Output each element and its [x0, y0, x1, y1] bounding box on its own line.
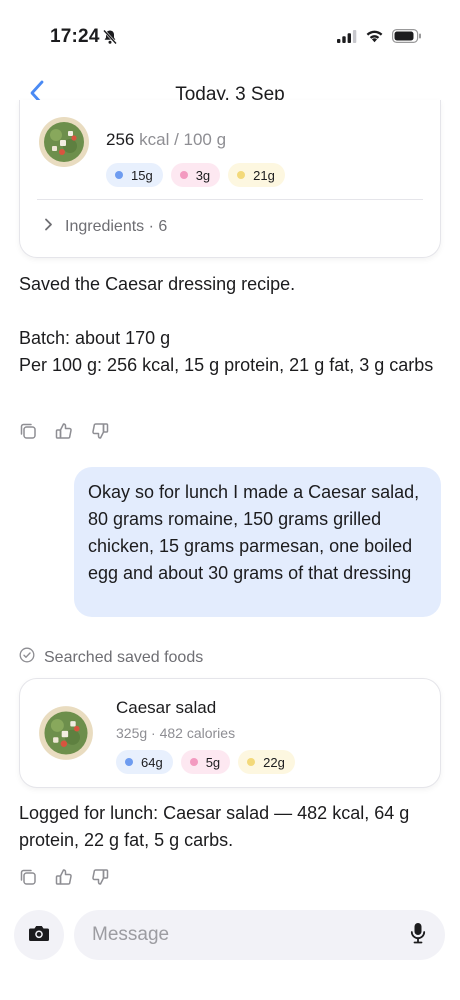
food-card[interactable]: Caesar salad 325g · 482 calories 64g 5g …: [19, 678, 441, 788]
food-name: Caesar salad: [116, 698, 217, 717]
tool-status: Searched saved foods: [19, 647, 203, 668]
message-line: Batch: about 170 g: [19, 328, 171, 348]
kcal-per-100g: 256 kcal / 100 g: [106, 130, 226, 150]
kcal-value: 256: [106, 130, 135, 149]
fat-value: 21g: [253, 167, 275, 183]
message-actions: [19, 422, 109, 440]
carbs-value: 5g: [205, 754, 221, 770]
protein-value: 15g: [131, 167, 153, 183]
fat-pill: 21g: [228, 163, 285, 187]
assistant-message: Logged for lunch: Caesar salad — 482 kca…: [19, 803, 410, 850]
copy-icon[interactable]: [19, 868, 37, 886]
carbs-dot-icon: [189, 758, 198, 766]
carbs-dot-icon: [179, 171, 188, 179]
food-meta: 325g · 482 calories: [116, 725, 236, 741]
status-icons: [337, 29, 422, 48]
wifi-icon: [365, 29, 384, 48]
message-actions: [19, 868, 109, 886]
protein-dot-icon: [125, 758, 133, 766]
carbs-value: 3g: [195, 167, 211, 183]
food-image: [38, 116, 90, 168]
thumbs-up-icon[interactable]: [55, 422, 73, 440]
tool-status-label: Searched saved foods: [44, 648, 204, 666]
copy-icon[interactable]: [19, 422, 37, 440]
user-message-bubble: Okay so for lunch I made a Caesar salad,…: [74, 467, 441, 617]
ingredients-toggle[interactable]: Ingredients · 6: [44, 218, 167, 236]
composer: [0, 910, 460, 960]
camera-icon: [28, 924, 50, 947]
chevron-right-icon: [44, 218, 53, 236]
fat-value: 22g: [263, 754, 285, 770]
check-circle-icon: [19, 647, 35, 668]
kcal-unit: kcal / 100 g: [139, 130, 227, 149]
message-input[interactable]: [74, 910, 445, 960]
thumbs-down-icon[interactable]: [91, 868, 109, 886]
protein-pill: 15g: [106, 163, 163, 187]
fat-dot-icon: [247, 758, 256, 766]
macro-pills: 15g 3g 21g: [106, 163, 285, 187]
camera-button[interactable]: [14, 910, 64, 960]
signal-icon: [337, 29, 357, 48]
protein-dot-icon: [115, 171, 123, 179]
ingredients-label: Ingredients · 6: [65, 218, 168, 235]
protein-pill: 64g: [116, 750, 173, 774]
mic-button[interactable]: [405, 922, 431, 948]
recipe-card[interactable]: 256 kcal / 100 g 15g 3g 21g Ingredients …: [19, 100, 441, 258]
status-bar: 17:24: [0, 0, 460, 60]
fat-dot-icon: [237, 171, 246, 179]
bell-slash-icon: [102, 29, 118, 50]
thumbs-down-icon[interactable]: [91, 422, 109, 440]
card-divider: [37, 199, 423, 200]
message-line: Saved the Caesar dressing recipe.: [19, 274, 296, 294]
carbs-pill: 5g: [180, 750, 231, 774]
battery-icon: [392, 29, 422, 48]
assistant-message: Saved the Caesar dressing recipe. Batch:…: [19, 271, 441, 379]
message-line: Per 100 g: 256 kcal, 15 g protein, 21 g …: [19, 355, 434, 375]
thumbs-up-icon[interactable]: [55, 868, 73, 886]
fat-pill: 22g: [238, 750, 295, 774]
food-image: [38, 705, 94, 761]
carbs-pill: 3g: [170, 163, 221, 187]
microphone-icon: [410, 922, 426, 949]
protein-value: 64g: [141, 754, 163, 770]
macro-pills: 64g 5g 22g: [116, 750, 295, 774]
status-time: 17:24: [50, 26, 100, 47]
